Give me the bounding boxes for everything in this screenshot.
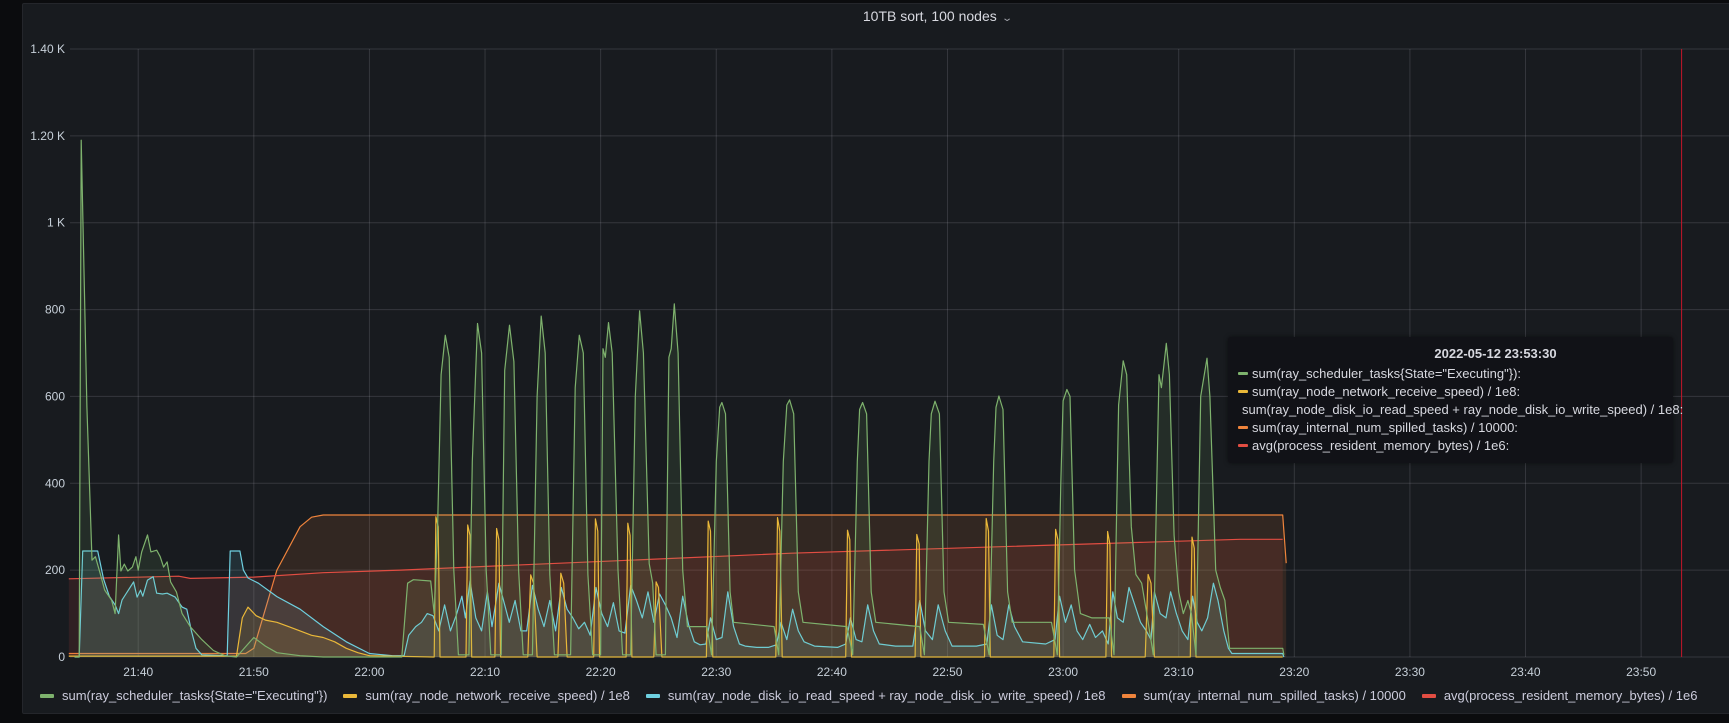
tooltip-row-label: sum(ray_internal_num_spilled_tasks) / 10… — [1252, 419, 1518, 435]
x-tick-label: 22:10 — [470, 665, 500, 679]
x-tick-label: 23:40 — [1511, 665, 1541, 679]
y-tick-label: 0 — [58, 650, 65, 664]
y-tick-label: 1.20 K — [30, 129, 65, 143]
tooltip-row-label: sum(ray_node_disk_io_read_speed + ray_no… — [1242, 401, 1684, 417]
x-tick-label: 21:50 — [239, 665, 269, 679]
series-color-swatch — [1121, 693, 1136, 698]
x-tick-label: 23:10 — [1164, 665, 1194, 679]
series-color-swatch — [645, 693, 660, 698]
y-tick-label: 1.40 K — [30, 42, 65, 56]
x-tick-label: 22:50 — [932, 665, 962, 679]
series-color-swatch — [1238, 389, 1248, 393]
series-color-swatch — [1421, 693, 1436, 698]
legend: sum(ray_scheduler_tasks{State="Executing… — [40, 688, 1697, 703]
tooltip-row: sum(ray_scheduler_tasks{State="Executing… — [1228, 364, 1673, 382]
legend-item-disk-io[interactable]: sum(ray_node_disk_io_read_speed + ray_no… — [645, 688, 1106, 703]
legend-label: sum(ray_scheduler_tasks{State="Executing… — [62, 688, 328, 703]
x-tick-label: 23:20 — [1279, 665, 1309, 679]
series-color-swatch — [1238, 371, 1248, 375]
tooltip-row: avg(process_resident_memory_bytes) / 1e6… — [1228, 436, 1673, 454]
tooltip-row-label: sum(ray_scheduler_tasks{State="Executing… — [1252, 365, 1522, 381]
x-tick-label: 23:50 — [1626, 665, 1656, 679]
tooltip-row-label: sum(ray_node_network_receive_speed) / 1e… — [1252, 383, 1521, 399]
legend-label: sum(ray_node_disk_io_read_speed + ray_no… — [667, 688, 1106, 703]
x-tick-label: 21:40 — [123, 665, 153, 679]
legend-item-resident-memory[interactable]: avg(process_resident_memory_bytes) / 1e6 — [1421, 688, 1698, 703]
y-tick-label: 200 — [45, 563, 65, 577]
y-tick-label: 1 K — [47, 216, 65, 230]
tooltip-row: sum(ray_internal_num_spilled_tasks) / 10… — [1228, 418, 1673, 436]
legend-label: avg(process_resident_memory_bytes) / 1e6 — [1443, 688, 1698, 703]
series-color-swatch — [1238, 443, 1248, 447]
x-tick-label: 23:00 — [1048, 665, 1078, 679]
legend-item-scheduler-tasks[interactable]: sum(ray_scheduler_tasks{State="Executing… — [40, 688, 327, 703]
x-tick-label: 22:00 — [354, 665, 384, 679]
tooltip-row: sum(ray_node_disk_io_read_speed + ray_no… — [1228, 400, 1683, 418]
legend-item-spilled-tasks[interactable]: sum(ray_internal_num_spilled_tasks) / 10… — [1121, 688, 1406, 703]
x-tick-label: 23:30 — [1395, 665, 1425, 679]
x-tick-label: 22:20 — [586, 665, 616, 679]
series-color-swatch — [40, 693, 54, 698]
series-color-swatch — [343, 693, 358, 698]
series-color-swatch — [1238, 425, 1248, 429]
legend-label: sum(ray_internal_num_spilled_tasks) / 10… — [1143, 688, 1406, 703]
legend-label: sum(ray_node_network_receive_speed) / 1e… — [365, 688, 630, 703]
x-tick-label: 22:40 — [817, 665, 847, 679]
y-tick-label: 800 — [45, 303, 65, 317]
x-tick-label: 22:30 — [701, 665, 731, 679]
tooltip-row: sum(ray_node_network_receive_speed) / 1e… — [1228, 382, 1673, 400]
legend-item-network-receive[interactable]: sum(ray_node_network_receive_speed) / 1e… — [343, 688, 630, 703]
y-tick-label: 600 — [45, 389, 65, 403]
series-layer — [68, 139, 1287, 658]
tooltip-row-label: avg(process_resident_memory_bytes) / 1e6… — [1252, 437, 1510, 453]
tooltip-time: 2022-05-12 23:53:30 — [1434, 346, 1557, 361]
hover-tooltip: 2022-05-12 23:53:30 sum(ray_scheduler_ta… — [1228, 337, 1683, 463]
y-tick-label: 400 — [45, 476, 65, 490]
